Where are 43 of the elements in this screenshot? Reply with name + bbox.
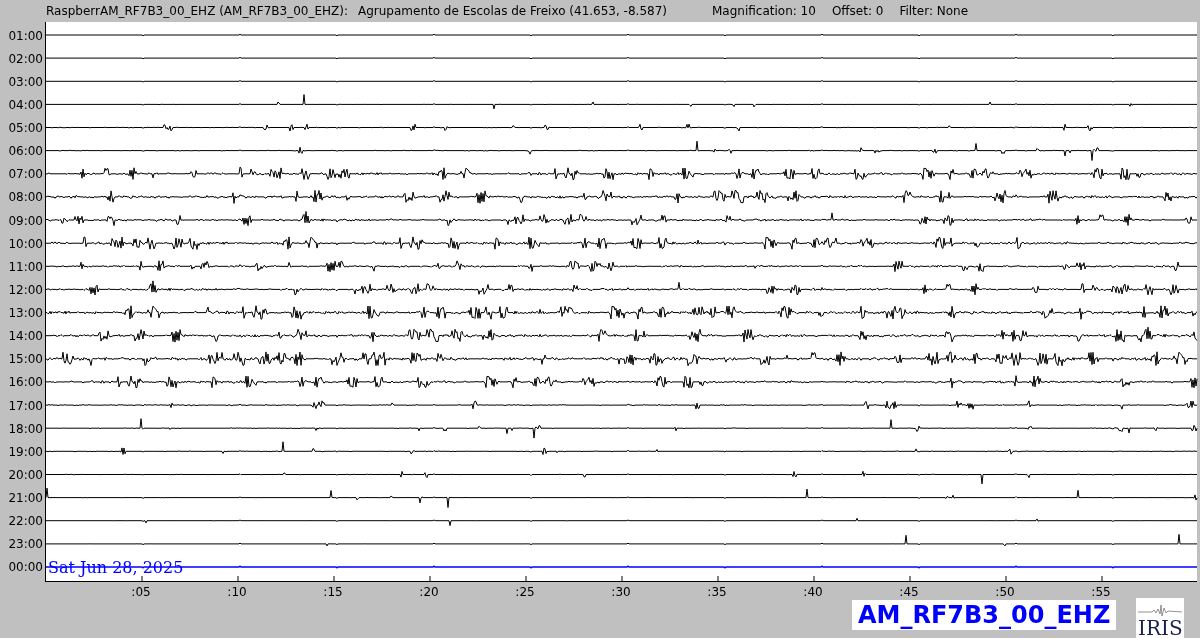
- hour-label: 13:00: [8, 305, 43, 323]
- minute-tick-label: :05: [131, 584, 151, 601]
- hour-label: 05:00: [8, 120, 43, 138]
- minute-tick-label: :25: [515, 584, 535, 601]
- hour-label: 14:00: [8, 328, 43, 346]
- minute-tick-label: :15: [323, 584, 343, 601]
- offset-label: Offset: 0: [831, 3, 884, 20]
- minute-tick-label: :30: [611, 584, 631, 601]
- minute-tick-label: :35: [707, 584, 727, 601]
- hour-label: 20:00: [8, 466, 43, 484]
- hour-label: 15:00: [8, 351, 43, 369]
- seismogram-icon: [1138, 604, 1183, 616]
- hour-label: 01:00: [8, 27, 43, 45]
- hour-label: 02:00: [8, 50, 43, 68]
- channel-label: AM_RF7B3_00_EHZ: [852, 600, 1117, 630]
- hour-label: 10:00: [8, 235, 43, 253]
- hour-label: 08:00: [8, 189, 43, 207]
- hour-label: 16:00: [8, 374, 43, 392]
- hour-label: 03:00: [8, 73, 43, 91]
- hour-label: 23:00: [8, 536, 43, 554]
- hour-label: 06:00: [8, 143, 43, 161]
- hour-label: 19:00: [8, 443, 43, 461]
- hour-label: 00:00: [8, 559, 43, 577]
- hour-label: 17:00: [8, 397, 43, 415]
- hour-label: 09:00: [8, 212, 43, 230]
- hour-label: 07:00: [8, 166, 43, 184]
- minute-tick-label: :40: [803, 584, 823, 601]
- minute-tick-label: :45: [899, 584, 919, 601]
- hour-label: 21:00: [8, 490, 43, 508]
- magnification-label: Magnification: 10: [712, 3, 816, 20]
- hour-label: 04:00: [8, 96, 43, 114]
- hour-label: 18:00: [8, 420, 43, 438]
- location-title: Agrupamento de Escolas de Freixo (41.653, -8.587): [358, 3, 667, 20]
- hour-label: 12:00: [8, 281, 43, 299]
- minute-tick-label: :50: [995, 584, 1015, 601]
- filter-label: Filter: None: [899, 3, 969, 20]
- minute-tick-label: :55: [1091, 584, 1111, 601]
- minute-tick-label: :20: [419, 584, 439, 601]
- station-title: RaspberrAM_RF7B3_00_EHZ (AM_RF7B3_00_EHZ):: [46, 3, 348, 20]
- hour-label: 11:00: [8, 258, 43, 276]
- iris-logo: IRIS: [1136, 598, 1185, 638]
- hour-label: 22:00: [8, 513, 43, 531]
- minute-tick-label: :10: [227, 584, 247, 601]
